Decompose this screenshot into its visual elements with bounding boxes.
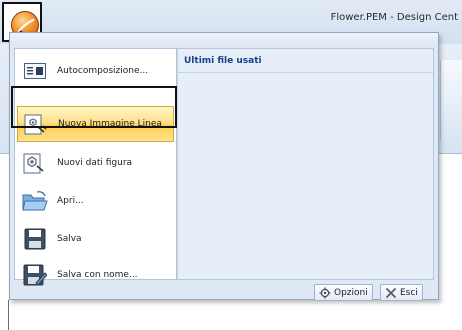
ribbon-group-edge: [440, 60, 462, 140]
menu-item-open[interactable]: Apri...: [17, 183, 174, 219]
save-as-icon: [22, 262, 48, 288]
exit-icon: [385, 287, 397, 299]
application-menu: Autocomposizione... Nuova Immagine Linea: [9, 32, 439, 301]
menu-header-strip: [10, 33, 438, 45]
menu-item-new-figure-data[interactable]: Nuovi dati figura: [17, 145, 174, 181]
window-edge: [8, 300, 9, 330]
application-window: Flower.PEM - Design Cent Autocomposizion…: [0, 0, 462, 330]
menu-item-autocompose[interactable]: Autocomposizione...: [17, 53, 174, 89]
menu-item-label: Nuovi dati figura: [57, 158, 133, 168]
active-item-outline: [11, 86, 177, 128]
window-title: Flower.PEM - Design Cent: [330, 12, 458, 23]
menu-item-label: Salva con nome...: [57, 270, 138, 280]
recent-files-pane: Ultimi file usati: [177, 48, 434, 280]
menu-item-label: Salva: [57, 234, 82, 244]
exit-button-label: Esci: [400, 287, 418, 298]
exit-button[interactable]: Esci: [380, 284, 423, 301]
new-figure-data-icon: [22, 150, 48, 176]
options-button-label: Opzioni: [334, 287, 368, 298]
menu-item-label: Autocomposizione...: [57, 66, 149, 76]
options-button[interactable]: Opzioni: [314, 284, 373, 301]
menu-item-label: Apri...: [57, 196, 84, 206]
save-icon: [22, 226, 48, 252]
menu-item-save-as[interactable]: Salva con nome...: [17, 257, 174, 293]
options-gear-icon: [319, 287, 331, 299]
autocompose-icon: [22, 58, 48, 84]
menu-item-save[interactable]: Salva: [17, 221, 174, 257]
open-folder-icon: [22, 188, 48, 214]
recent-files-header: Ultimi file usati: [178, 49, 433, 73]
command-list: Autocomposizione... Nuova Immagine Linea: [14, 48, 177, 286]
